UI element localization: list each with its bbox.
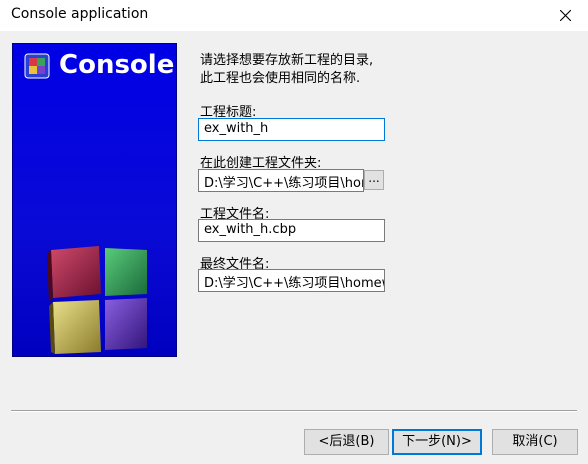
wizard-banner: Console xyxy=(12,43,177,357)
folder-input[interactable]: D:\学习\C++\练习项目\homework xyxy=(198,169,364,192)
back-button[interactable]: <后退(B) xyxy=(304,429,389,455)
project-title-input[interactable]: ex_with_h xyxy=(198,118,385,141)
title-bar: Console application xyxy=(0,0,588,31)
next-button[interactable]: 下一步(N)> xyxy=(392,429,482,455)
close-icon xyxy=(560,10,571,21)
codeblocks-logo-icon xyxy=(24,53,50,79)
cubes-graphic xyxy=(47,246,147,354)
result-field[interactable]: D:\学习\C++\练习项目\homework\ex_with_h\ex_wit… xyxy=(198,269,385,292)
intro-text: 请选择想要存放新工程的目录, 此工程也会使用相同的名称. xyxy=(200,52,373,88)
window-title: Console application xyxy=(11,6,149,22)
divider xyxy=(11,410,577,412)
intro-line-2: 此工程也会使用相同的名称. xyxy=(200,71,361,86)
browse-button[interactable]: ... xyxy=(364,170,384,190)
close-button[interactable] xyxy=(544,0,588,31)
intro-line-1: 请选择想要存放新工程的目录, xyxy=(200,53,374,68)
console-application-wizard: Console application Console 请选择想要存放新工程的目… xyxy=(0,0,588,464)
filename-input[interactable]: ex_with_h.cbp xyxy=(198,219,385,242)
cancel-button[interactable]: 取消(C) xyxy=(492,429,578,455)
banner-title: Console xyxy=(59,50,175,80)
